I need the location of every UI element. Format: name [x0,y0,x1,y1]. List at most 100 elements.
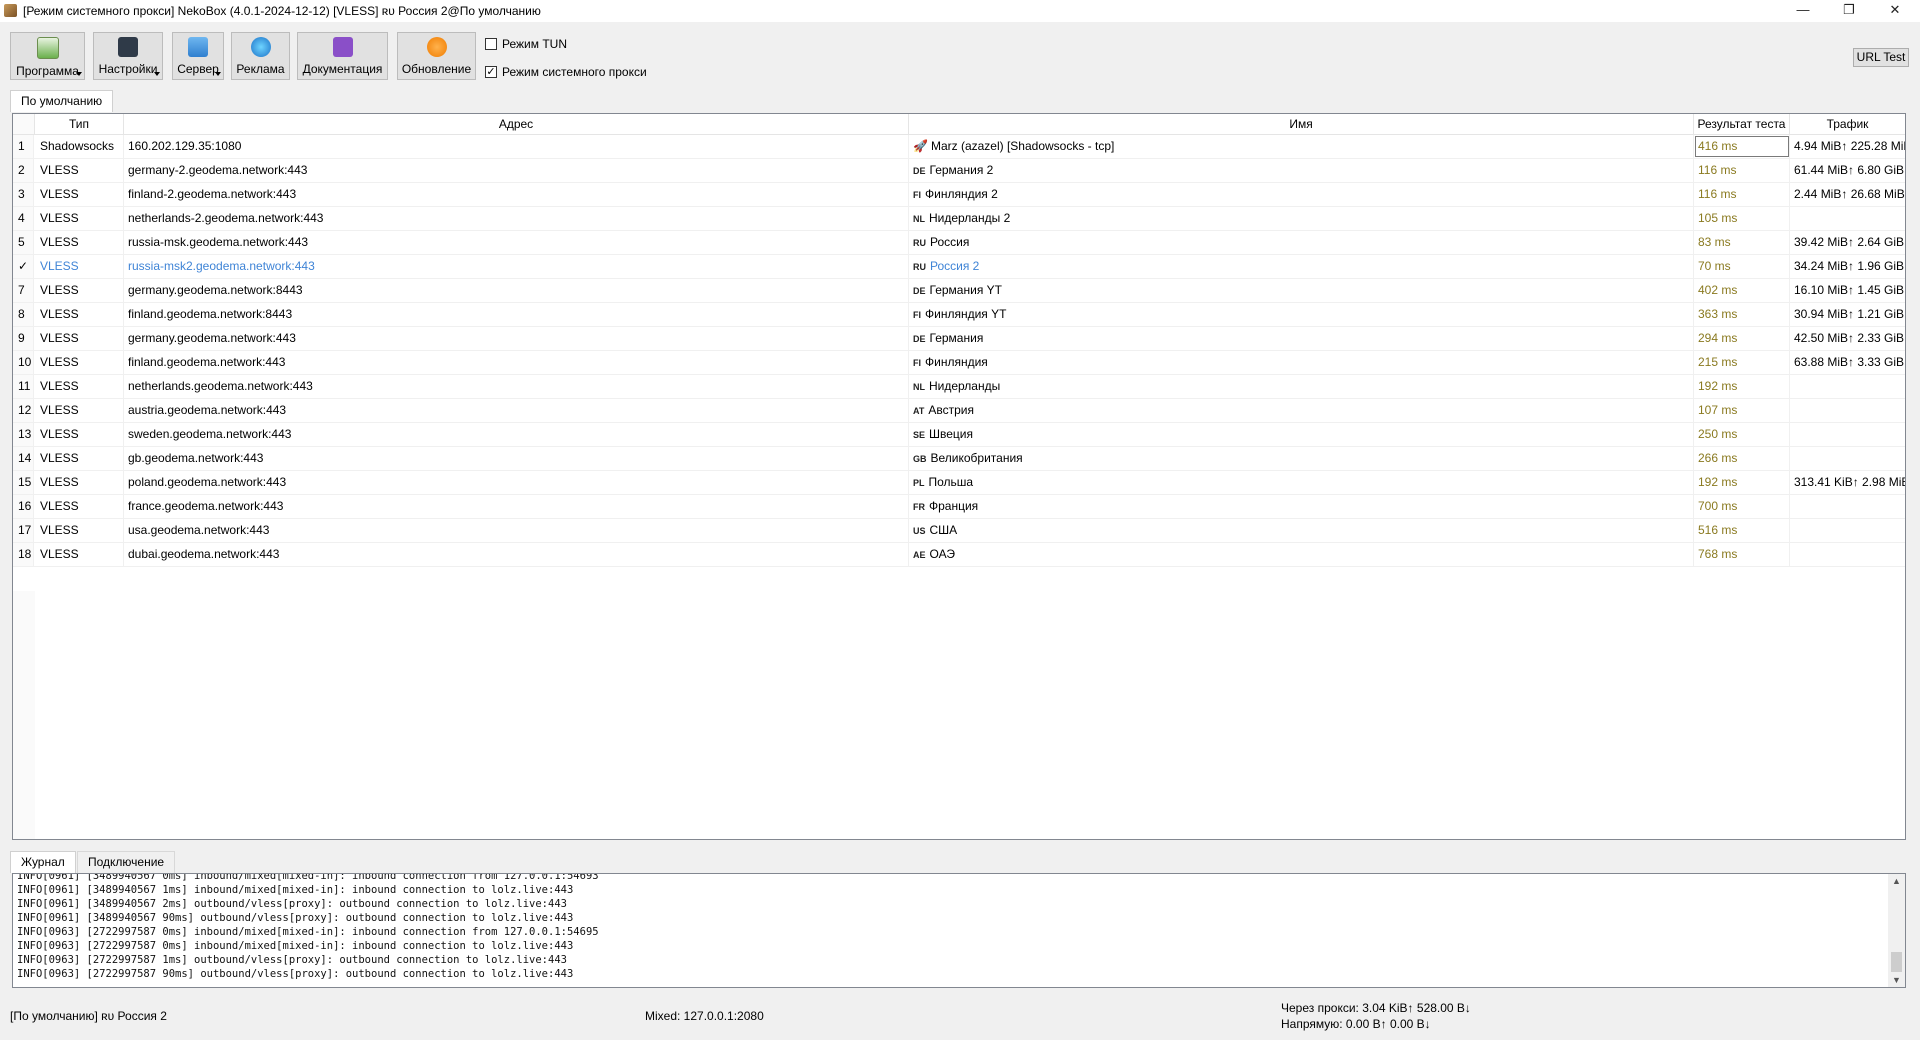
header-test-result[interactable]: Результат теста [1694,114,1790,135]
log-line: INFO[0961] [3489940567 2ms] outbound/vle… [17,898,567,910]
update-button[interactable]: Обновление [397,32,476,80]
table-row[interactable]: 18 VLESS dubai.geodema.network:443 AE ОАЭ 768… [13,543,1905,567]
row-number: 8 [13,303,34,326]
row-type: VLESS [35,303,124,326]
server-rows: 1 Shadowsocks 160.202.129.35:1080 🚀 Marz (az… [13,135,1905,567]
scroll-down-icon[interactable]: ▼ [1892,975,1901,985]
row-name: Великобритания [930,451,1023,465]
program-icon [36,37,59,59]
row-test-result: 192 ms [1694,375,1790,398]
row-traffic [1790,375,1905,398]
row-number: 13 [13,423,34,446]
maximize-button[interactable]: ❐ [1826,0,1872,22]
status-direct: Напрямую: 0.00 B↑ 0.00 B↓ [1281,1017,1431,1031]
flag-icon: AT [913,406,925,416]
row-traffic: 63.88 MiB↑ 3.33 GiB↓ [1794,355,1905,369]
row-type: VLESS [35,495,124,518]
ads-button[interactable]: Реклама [231,32,290,80]
header-address[interactable]: Адрес [124,114,909,135]
row-name-cell: AT Австрия [909,399,1694,422]
row-address: poland.geodema.network:443 [124,471,909,494]
row-name-cell: RU Россия 2 [909,255,1694,278]
row-name-cell: PL Польша [909,471,1694,494]
tun-mode-label: Режим TUN [502,37,567,51]
flag-icon: FI [913,358,921,368]
table-row[interactable]: 10 VLESS finland.geodema.network:443 FI Финл… [13,351,1905,375]
status-via-proxy: Через прокси: 3.04 KiB↑ 528.00 B↓ [1281,1001,1471,1015]
row-name-cell: SE Швеция [909,423,1694,446]
row-address: germany.geodema.network:8443 [124,279,909,302]
row-test-result: 700 ms [1694,495,1790,518]
update-icon [426,37,447,57]
row-traffic: 39.42 MiB↑ 2.64 GiB↓ [1794,235,1905,249]
url-test-button[interactable]: URL Test [1853,48,1909,67]
table-row[interactable]: 9 VLESS germany.geodema.network:443 DE Герма… [13,327,1905,351]
row-number: 10 [13,351,34,374]
table-row[interactable]: 16 VLESS france.geodema.network:443 FR Франц… [13,495,1905,519]
program-label: Программа [16,64,79,78]
table-row[interactable]: 17 VLESS usa.geodema.network:443 US США 516 m… [13,519,1905,543]
header-type[interactable]: Тип [35,114,124,135]
table-row[interactable]: 1 Shadowsocks 160.202.129.35:1080 🚀 Marz (az… [13,135,1905,159]
row-traffic: 30.94 MiB↑ 1.21 GiB↓ [1794,307,1905,321]
table-row[interactable]: 3 VLESS finland-2.geodema.network:443 FI Фин… [13,183,1905,207]
table-row[interactable]: 11 VLESS netherlands.geodema.network:443 NL… [13,375,1905,399]
row-name-cell: DE Германия YT [909,279,1694,302]
tab-default-group[interactable]: По умолчанию [10,90,114,112]
system-proxy-checkbox[interactable]: ✓ [485,66,497,78]
server-menu-button[interactable]: Сервер [172,32,224,80]
log-line: INFO[0961] [3489940567 90ms] outbound/vl… [17,912,574,924]
scroll-up-icon[interactable]: ▲ [1892,876,1901,886]
row-address: germany-2.geodema.network:443 [124,159,909,182]
flag-icon: FR [913,502,925,512]
row-name: Финляндия 2 [925,187,998,201]
program-menu-button[interactable]: Программа [10,32,85,80]
row-number: 15 [13,471,34,494]
flag-icon: RU [913,238,926,248]
table-row[interactable]: 15 VLESS poland.geodema.network:443 PL Польш… [13,471,1905,495]
row-name: Россия 2 [930,259,980,273]
server-icon [188,37,208,57]
settings-menu-button[interactable]: Настройки [93,32,163,80]
row-number: 1 [13,135,34,158]
row-traffic [1790,447,1905,470]
table-row[interactable]: 8 VLESS finland.geodema.network:8443 FI Финл… [13,303,1905,327]
row-name-cell: FI Финляндия YT [909,303,1694,326]
table-row[interactable]: 12 VLESS austria.geodema.network:443 AT Авст… [13,399,1905,423]
log-panel[interactable]: INFO[0961] [3489940567 0ms] inbound/mixe… [12,873,1906,988]
row-type: VLESS [35,255,124,278]
table-row[interactable]: 14 VLESS gb.geodema.network:443 GB Великобри… [13,447,1905,471]
tab-connections[interactable]: Подключение [77,851,176,873]
tun-mode-checkbox[interactable] [485,38,497,50]
row-number: 17 [13,519,34,542]
row-name-cell: AE ОАЭ [909,543,1694,566]
row-name: Австрия [928,403,974,417]
scroll-thumb[interactable] [1891,952,1902,972]
table-row[interactable]: 13 VLESS sweden.geodema.network:443 SE Швеци… [13,423,1905,447]
row-test-result: 107 ms [1694,399,1790,422]
header-traffic[interactable]: Трафик [1790,114,1905,135]
close-button[interactable]: ✕ [1872,0,1918,22]
row-traffic: 313.41 KiB↑ 2.98 MiB↓ [1794,475,1905,489]
table-row[interactable]: ✓ VLESS russia-msk2.geodema.network:443 RU Р… [13,255,1905,279]
tab-log[interactable]: Журнал [10,851,76,873]
table-row[interactable]: 5 VLESS russia-msk.geodema.network:443 RU Ро… [13,231,1905,255]
documentation-button[interactable]: Документация [297,32,388,80]
flag-icon: GB [913,454,927,464]
minimize-button[interactable]: — [1780,0,1826,22]
row-number: 9 [13,327,34,350]
row-name-cell: US США [909,519,1694,542]
row-number: 5 [13,231,34,254]
row-name: Нидерланды 2 [929,211,1011,225]
row-type: VLESS [35,351,124,374]
log-scrollbar[interactable]: ▲ ▼ [1888,874,1905,987]
row-type: Shadowsocks [35,135,124,158]
table-row[interactable]: 7 VLESS germany.geodema.network:8443 DE Герм… [13,279,1905,303]
row-number: 2 [13,159,34,182]
header-name[interactable]: Имя [909,114,1694,135]
table-row[interactable]: 4 VLESS netherlands-2.geodema.network:443 N… [13,207,1905,231]
row-number: 11 [13,375,34,398]
table-row[interactable]: 2 VLESS germany-2.geodema.network:443 DE Гер… [13,159,1905,183]
row-traffic [1790,519,1905,542]
flag-icon: DE [913,166,926,176]
